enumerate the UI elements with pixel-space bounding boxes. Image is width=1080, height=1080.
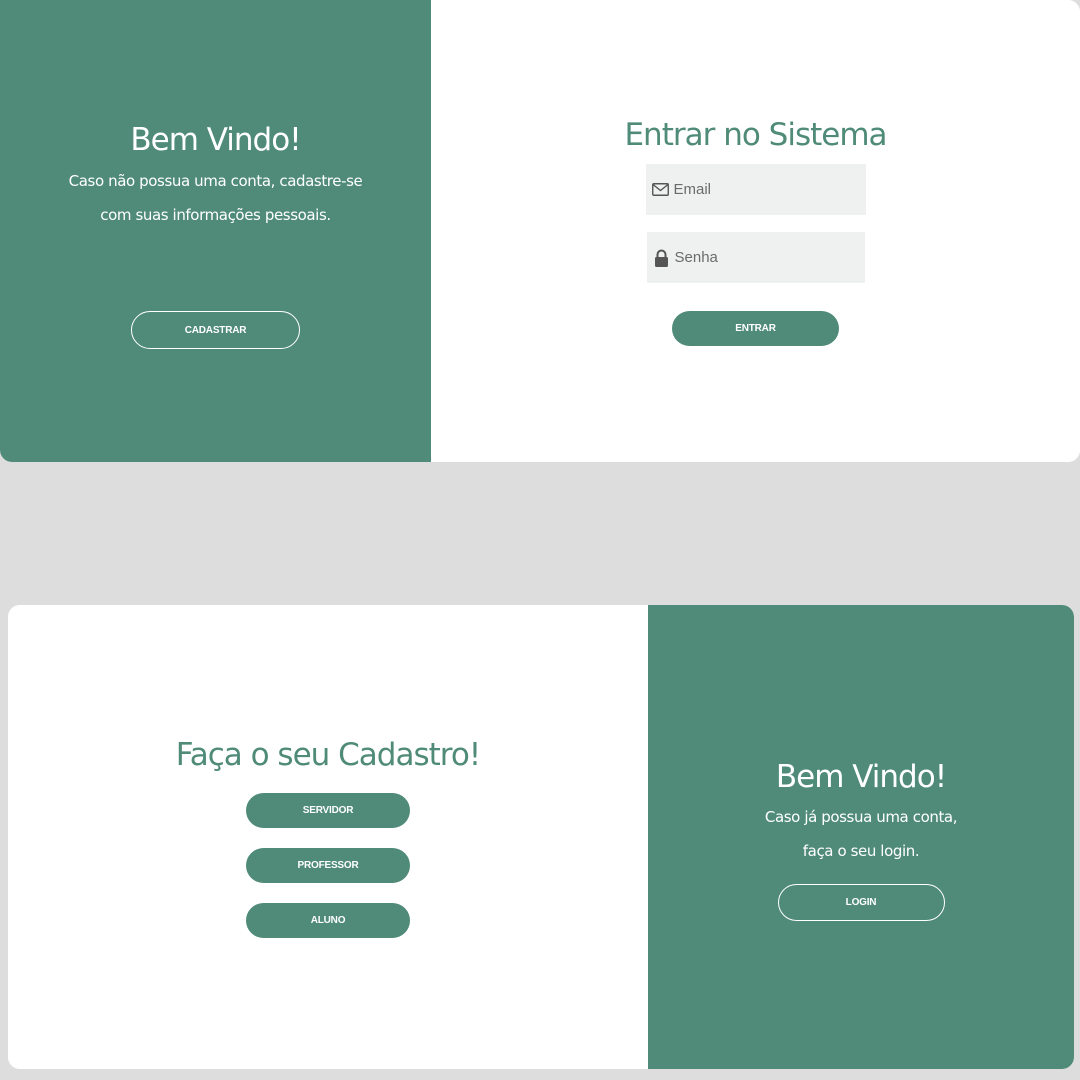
- login-button[interactable]: LOGIN: [777, 884, 945, 921]
- login-welcome-text-line1: Caso não possua uma conta, cadastre-se: [68, 172, 363, 190]
- entrar-button[interactable]: ENTRAR: [672, 311, 839, 346]
- lock-icon: [653, 249, 671, 267]
- login-welcome-panel: Bem Vindo! Caso não possua uma conta, ca…: [0, 0, 431, 462]
- password-field[interactable]: [646, 232, 865, 283]
- login-form-title: Entrar no Sistema: [624, 117, 887, 153]
- email-field[interactable]: [645, 164, 866, 215]
- password-input[interactable]: [674, 249, 835, 266]
- signup-welcome-title: Bem Vindo!: [775, 759, 947, 795]
- professor-button[interactable]: PROFESSOR: [246, 848, 410, 883]
- servidor-button[interactable]: SERVIDOR: [246, 793, 410, 828]
- signup-welcome-text-line2: faça o seu login.: [802, 842, 920, 860]
- cadastrar-button[interactable]: CADASTRAR: [131, 311, 300, 349]
- signup-form-title: Faça o seu Cadastro!: [175, 737, 482, 773]
- login-form-panel: Entrar no Sistema ENTRAR: [431, 0, 1080, 462]
- login-card: Bem Vindo! Caso não possua uma conta, ca…: [0, 0, 1080, 462]
- signup-form-panel: Faça o seu Cadastro! SERVIDOR PROFESSOR …: [8, 605, 648, 1069]
- signup-welcome-panel: Bem Vindo! Caso já possua uma conta, faç…: [648, 605, 1074, 1069]
- aluno-button[interactable]: ALUNO: [246, 903, 410, 938]
- email-input[interactable]: [673, 181, 834, 198]
- login-welcome-text-line2: com suas informações pessoais.: [100, 206, 331, 224]
- envelope-icon: [652, 181, 670, 199]
- signup-card: Faça o seu Cadastro! SERVIDOR PROFESSOR …: [8, 605, 1074, 1069]
- signup-welcome-text-line1: Caso já possua uma conta,: [764, 808, 958, 826]
- login-welcome-title: Bem Vindo!: [130, 122, 301, 158]
